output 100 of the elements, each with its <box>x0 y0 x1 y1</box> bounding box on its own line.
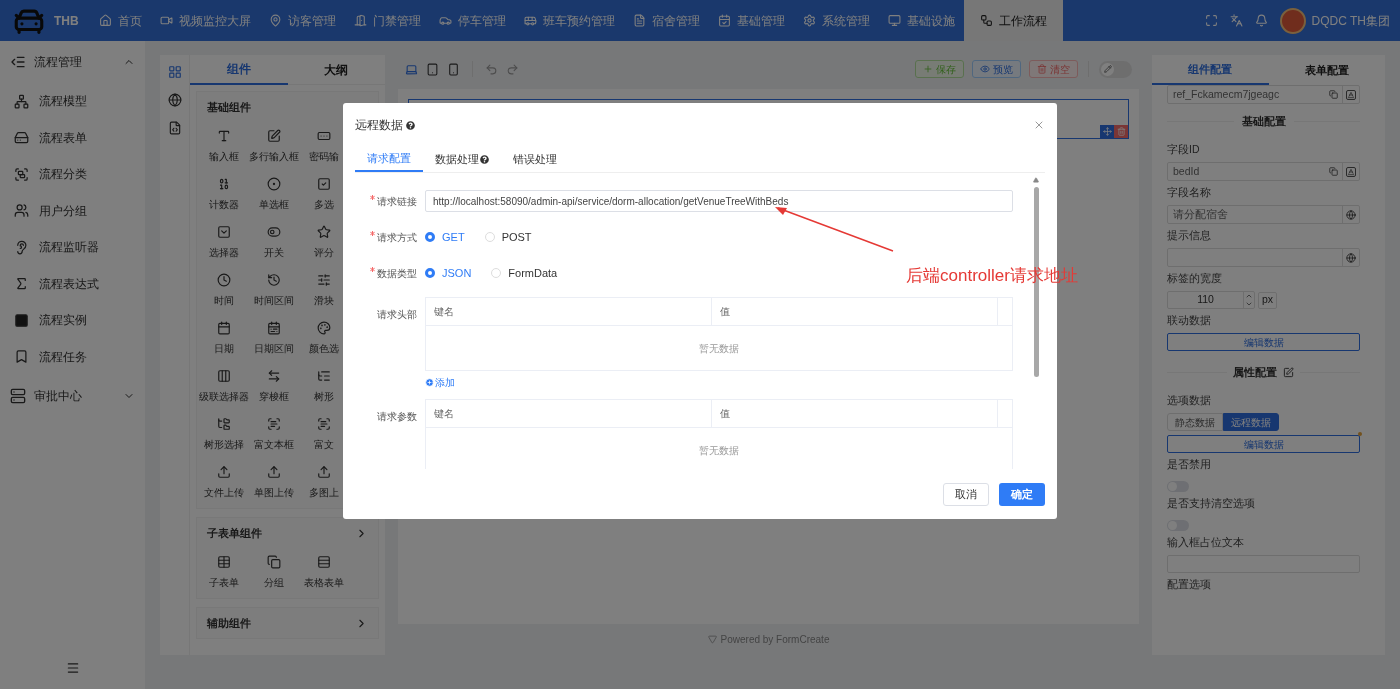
component-item[interactable]: 多选 <box>301 170 347 218</box>
component-item[interactable]: 级联选择器 <box>201 362 247 410</box>
dialog-tab[interactable]: 请求配置 <box>355 147 423 172</box>
copy-icon[interactable] <box>1329 167 1338 176</box>
menu-item[interactable]: 用户分组 <box>0 192 145 229</box>
user-name[interactable]: DQDC TH集团 <box>1311 11 1390 30</box>
radio-option[interactable]: JSON <box>425 264 472 282</box>
menu-item[interactable]: 流程分类 <box>0 156 145 193</box>
component-item[interactable]: 日期 <box>201 314 247 362</box>
delete-icon[interactable] <box>1116 127 1126 136</box>
menu-item[interactable]: 流程表单 <box>0 119 145 156</box>
translate-icon[interactable] <box>1229 14 1243 27</box>
component-item[interactable]: 计数器 <box>201 170 247 218</box>
panel-tab[interactable]: 组件 <box>190 55 288 85</box>
cancel-button[interactable]: 取消 <box>943 482 989 506</box>
edit-icon[interactable] <box>1283 366 1294 378</box>
fullscreen-icon[interactable] <box>1204 14 1218 27</box>
dialog-tab[interactable]: 错误处理 <box>501 147 569 172</box>
url-field[interactable]: http://localhost:58090/admin-api/service/dorm-allocation/getVenueTreeWithBeds <box>425 190 1013 212</box>
toolbar-button[interactable]: 预览 <box>972 60 1021 78</box>
radio-option[interactable]: POST <box>484 228 532 246</box>
segment-button[interactable]: 远程数据 <box>1223 413 1279 431</box>
panel-tab[interactable]: 组件配置 <box>1152 55 1269 85</box>
nav-tab[interactable]: 系统管理 <box>794 0 879 41</box>
nav-tab[interactable]: 基础设施 <box>879 0 964 41</box>
phone-icon[interactable] <box>447 62 460 76</box>
dialog-tab[interactable]: 数据处理 <box>423 147 501 172</box>
component-item[interactable]: 评分 <box>301 218 347 266</box>
increment-icon[interactable] <box>1245 292 1253 300</box>
panel-tab[interactable]: 大纲 <box>287 55 385 85</box>
component-item[interactable]: 多行输入框 <box>251 122 297 170</box>
component-item[interactable]: 单选框 <box>251 170 297 218</box>
font-icon[interactable] <box>1346 89 1356 100</box>
menu-item[interactable]: 流程模型 <box>0 83 145 120</box>
text-input[interactable]: 请分配宿舍 <box>1167 205 1360 224</box>
edit-toggle[interactable] <box>1099 60 1132 78</box>
help-icon[interactable] <box>406 120 415 130</box>
nav-tab[interactable]: 门禁管理 <box>345 0 430 41</box>
component-item[interactable]: 输入框 <box>201 122 247 170</box>
component-item[interactable]: 选择器 <box>201 218 247 266</box>
code-icon[interactable] <box>167 121 182 135</box>
nav-tab[interactable]: 访客管理 <box>260 0 345 41</box>
number-input[interactable]: 110 <box>1167 291 1255 309</box>
text-input[interactable]: bedId <box>1167 162 1360 181</box>
laptop-icon[interactable] <box>405 62 418 76</box>
component-item[interactable]: 日期区间 <box>251 314 297 362</box>
decrement-icon[interactable] <box>1245 300 1253 308</box>
move-icon[interactable] <box>1102 127 1112 136</box>
component-item[interactable]: 颜色选 <box>301 314 347 362</box>
edit-data-button[interactable]: 编辑数据 <box>1167 333 1360 351</box>
panel-tab[interactable]: 表单配置 <box>1268 55 1385 85</box>
help-icon[interactable] <box>480 155 489 164</box>
tablet-icon[interactable] <box>426 62 439 76</box>
menu-item[interactable]: 流程任务 <box>0 338 145 375</box>
component-item[interactable]: 时间 <box>201 266 247 314</box>
nav-tab[interactable]: 视频监控大屏 <box>151 0 260 41</box>
component-item[interactable]: 子表单 <box>201 548 247 596</box>
component-item[interactable]: 时间区间 <box>251 266 297 314</box>
nav-tab[interactable]: 首页 <box>90 0 151 41</box>
avatar[interactable] <box>1279 7 1306 34</box>
component-item[interactable]: 单图上传 <box>251 458 297 506</box>
text-input[interactable]: ref_Fckamecm7jgeagc <box>1167 85 1360 104</box>
globe-icon[interactable] <box>1346 252 1356 263</box>
redo-icon[interactable] <box>506 62 519 76</box>
radio-option[interactable]: GET <box>425 228 465 246</box>
text-input[interactable] <box>1167 248 1360 267</box>
component-item[interactable]: 穿梭框 <box>251 362 297 410</box>
menu-item[interactable]: 流程表达式 <box>0 265 145 302</box>
add-link[interactable]: 添加 <box>425 374 455 390</box>
ok-button[interactable]: 确定 <box>999 482 1045 506</box>
menu-item[interactable]: 流程监听器 <box>0 229 145 266</box>
component-item[interactable]: 开关 <box>251 218 297 266</box>
menu-group[interactable]: 流程管理 <box>0 41 145 83</box>
globe-icon[interactable] <box>1346 209 1356 220</box>
component-item[interactable]: 表格表单 <box>301 548 347 596</box>
nav-tab[interactable]: 宿舍管理 <box>624 0 709 41</box>
nav-tab[interactable]: 停车管理 <box>430 0 515 41</box>
copy-icon[interactable] <box>1329 90 1338 99</box>
undo-icon[interactable] <box>485 62 498 76</box>
grid-icon[interactable] <box>167 65 182 79</box>
menu-icon[interactable] <box>65 661 80 675</box>
nav-tab[interactable]: 基础管理 <box>709 0 794 41</box>
component-item[interactable]: 密码输 <box>301 122 347 170</box>
component-item[interactable]: 富文本框 <box>251 410 297 458</box>
component-item[interactable]: 富文 <box>301 410 347 458</box>
bell-icon[interactable] <box>1254 14 1268 27</box>
menu-group[interactable]: 审批中心 <box>0 375 145 417</box>
globe-icon[interactable] <box>167 93 182 107</box>
menu-item[interactable]: 流程实例 <box>0 302 145 339</box>
component-item[interactable]: 文件上传 <box>201 458 247 506</box>
close-icon[interactable] <box>1033 119 1045 131</box>
nav-tab[interactable]: 工作流程 <box>964 0 1063 41</box>
edit-data-button[interactable]: 编辑数据 <box>1167 435 1360 453</box>
component-item[interactable]: 树形选择 <box>201 410 247 458</box>
component-item[interactable]: 树形 <box>301 362 347 410</box>
component-item[interactable]: 分组 <box>251 548 297 596</box>
font-icon[interactable] <box>1346 166 1356 177</box>
nav-tab[interactable]: 班车预约管理 <box>515 0 624 41</box>
scroll-up-icon[interactable] <box>1033 177 1039 183</box>
component-item[interactable]: 滑块 <box>301 266 347 314</box>
